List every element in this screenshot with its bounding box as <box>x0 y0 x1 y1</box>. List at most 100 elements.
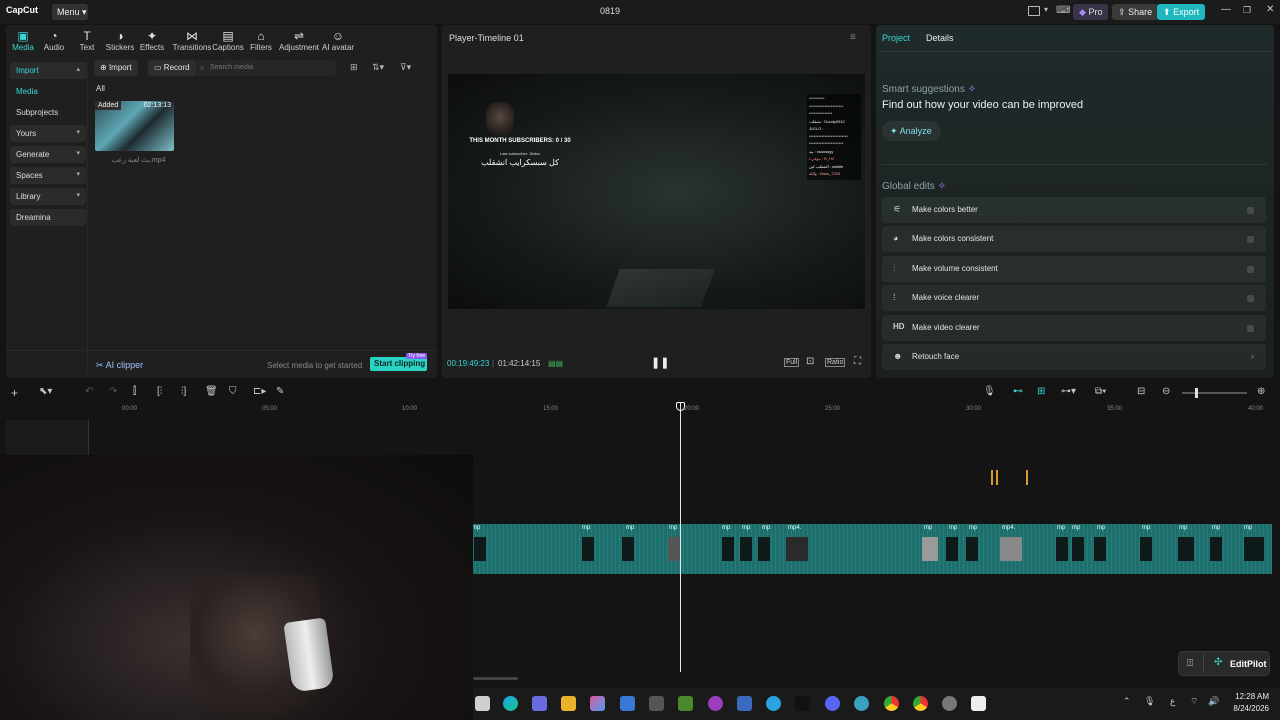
ratio-button[interactable]: Ratio <box>825 358 846 367</box>
zoom-in-icon[interactable]: ⊕ <box>1257 386 1265 397</box>
zoom-out-icon[interactable]: ⊖ <box>1162 386 1170 397</box>
edit-make-volume-consistent[interactable]: ⫶ Make volume consistent <box>882 256 1266 282</box>
keyboard-icon[interactable]: ⌨ <box>1056 5 1070 16</box>
tool-text[interactable]: T Text <box>70 29 104 52</box>
layout-icon[interactable] <box>1028 6 1040 16</box>
toggle[interactable] <box>1247 236 1254 243</box>
checklist-icon[interactable]: ⍐ <box>1187 658 1193 669</box>
full-quality-button[interactable]: Full <box>784 358 800 367</box>
filter-icon[interactable]: ⊽▾ <box>400 62 411 73</box>
tool-captions[interactable]: ▤ Captions <box>211 29 245 52</box>
app-icon[interactable] <box>708 696 723 711</box>
tool-audio[interactable]: ◔ Audio <box>37 29 71 52</box>
menu-button[interactable]: Menu ▾ <box>52 4 88 20</box>
close-icon[interactable]: ✕ <box>1266 4 1274 15</box>
audio-marker[interactable] <box>996 470 998 485</box>
tool-transitions[interactable]: ⋈ Transitions <box>172 29 212 52</box>
discord-icon[interactable] <box>825 696 840 711</box>
freeze-icon[interactable]: ⊏▸ <box>253 386 266 397</box>
redo-icon[interactable]: ↷ <box>109 386 117 397</box>
volume-icon[interactable]: 🔊 <box>1208 696 1219 707</box>
tool-effects[interactable]: ✦ Effects <box>135 29 169 52</box>
edit-make-video-clearer[interactable]: HD Make video clearer <box>882 315 1266 341</box>
copilot-app-icon[interactable] <box>590 696 605 711</box>
pause-icon[interactable]: ❚❚ <box>651 356 669 369</box>
ai-clipper[interactable]: ✂ AI clipper <box>96 360 143 371</box>
toggle[interactable] <box>1247 207 1254 214</box>
editpilot-button[interactable]: EditPilot <box>1230 659 1267 669</box>
magnet-icon[interactable]: ⊞ <box>1037 386 1045 397</box>
filter-all[interactable]: All <box>96 84 105 93</box>
vpn-icon[interactable] <box>737 696 752 711</box>
file-explorer-icon[interactable] <box>561 696 576 711</box>
shield-icon[interactable]: ⛉ <box>229 386 237 397</box>
tiktok-icon[interactable] <box>795 696 810 711</box>
minecraft-icon[interactable] <box>678 696 693 711</box>
clock-time[interactable]: 12:28 AM <box>1231 692 1269 701</box>
sidebar-item-yours[interactable]: Yours ▾ <box>10 125 86 142</box>
search-input[interactable]: Search media <box>196 60 336 76</box>
telegram-icon[interactable] <box>766 696 781 711</box>
snapshot-icon[interactable]: ⊡ <box>806 356 814 367</box>
view-toggle-icon[interactable]: ⊞ <box>350 62 358 73</box>
toggle[interactable] <box>1247 325 1254 332</box>
tool-stickers[interactable]: ◑ Stickers <box>103 29 137 52</box>
store-icon[interactable] <box>620 696 635 711</box>
tray-chevron-icon[interactable]: ⌃ <box>1123 696 1131 707</box>
tool-ai-avatar[interactable]: ☺ AI avatar <box>321 29 355 52</box>
mic-tray-icon[interactable]: 🎙 <box>1144 696 1155 707</box>
hamburger-icon[interactable]: ≡ <box>850 32 856 43</box>
toggle[interactable] <box>1247 295 1254 302</box>
edit-make-colors-consistent[interactable]: ◕ Make colors consistent <box>882 226 1266 252</box>
video-preview[interactable]: THIS MONTH SUBSCRIBERS: 0 / 30 Last subs… <box>448 74 865 309</box>
tool-media[interactable]: ▣ Media <box>6 29 40 52</box>
chrome-profile-icon[interactable] <box>913 696 928 711</box>
tool-adjustment[interactable]: ⇌ Adjustment <box>278 29 320 52</box>
maximize-icon[interactable]: ❐ <box>1243 5 1251 16</box>
export-button[interactable]: ⬆ Export <box>1157 4 1206 20</box>
microphone-icon[interactable]: 🎙 <box>983 386 996 397</box>
obs-icon[interactable] <box>942 696 957 711</box>
timeline-scrollbar[interactable] <box>473 677 518 680</box>
sidebar-item-dreamina[interactable]: Dreamina <box>10 209 86 226</box>
pen-icon[interactable]: ✎ <box>276 386 284 397</box>
chrome-icon[interactable] <box>884 696 899 711</box>
edit-make-voice-clearer[interactable]: ⁞ Make voice clearer <box>882 285 1266 311</box>
sidebar-item-media[interactable]: Media <box>10 83 86 100</box>
sidebar-item-spaces[interactable]: Spaces ▾ <box>10 167 86 184</box>
clock-date[interactable]: 8/24/2026 <box>1231 704 1269 713</box>
edge-icon[interactable] <box>503 696 518 711</box>
split-left-icon[interactable]: [⫶ <box>157 386 162 397</box>
sidebar-item-library[interactable]: Library ▾ <box>10 188 86 205</box>
sort-icon[interactable]: ⇅▾ <box>372 62 384 73</box>
share-button[interactable]: ⇪ Share <box>1112 4 1159 20</box>
steam-icon[interactable] <box>854 696 869 711</box>
record-button[interactable]: ▭ Record <box>148 60 196 76</box>
delete-icon[interactable]: 🗑 <box>205 386 218 397</box>
split-right-icon[interactable]: ⫶] <box>181 386 186 397</box>
toggle[interactable] <box>1247 266 1254 273</box>
edit-make-colors-better[interactable]: ⚟ Make colors better <box>882 197 1266 223</box>
pro-button[interactable]: ◆ Pro <box>1073 4 1109 20</box>
undo-icon[interactable]: ↶ <box>85 386 93 397</box>
add-track-icon[interactable]: + <box>11 386 18 400</box>
minimize-icon[interactable]: — <box>1221 4 1231 15</box>
wifi-icon[interactable]: ⌔ <box>1190 696 1198 707</box>
select-tool-icon[interactable]: ⬉▾ <box>39 386 52 397</box>
tab-project[interactable]: Project <box>882 33 910 43</box>
media-thumbnail[interactable]: Added 02:13:13 <box>95 101 174 151</box>
fullscreen-icon[interactable]: ⛶ <box>854 356 861 367</box>
tab-details[interactable]: Details <box>926 33 954 43</box>
split-icon[interactable]: ⫿ <box>133 386 136 397</box>
analyze-button[interactable]: ✦ Analyze <box>882 121 941 141</box>
import-button[interactable]: ⊕ Import <box>94 60 138 76</box>
link-icon[interactable]: ⊷ <box>1013 386 1023 397</box>
caption-icon[interactable]: ⊟ <box>1137 386 1145 397</box>
unity-icon[interactable] <box>649 696 664 711</box>
start-clipping-button[interactable]: Start clipping <box>370 357 427 371</box>
sidebar-item-subprojects[interactable]: Subprojects <box>10 104 86 121</box>
sidebar-item-import[interactable]: Import ▴ <box>10 62 86 79</box>
language-indicator[interactable]: ع <box>1170 696 1175 707</box>
copilot-icon[interactable] <box>532 696 547 711</box>
video-track[interactable]: mp mp mp mp mp mp mp mp4. mp mp mp mp4. … <box>472 524 1272 574</box>
